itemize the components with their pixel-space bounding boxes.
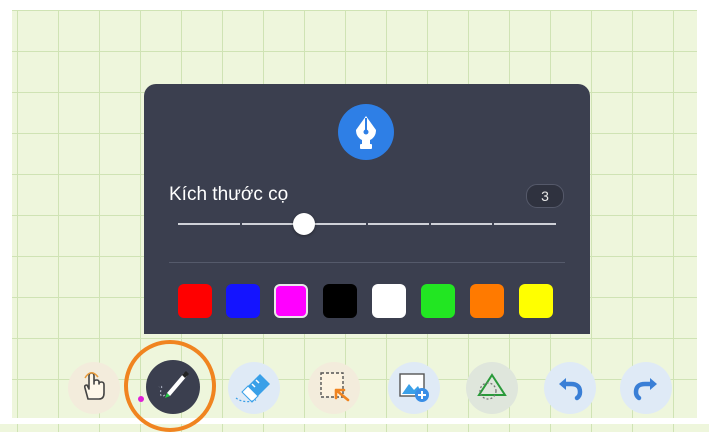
- color-swatch-green[interactable]: [421, 284, 455, 318]
- selection-cursor-icon: [316, 368, 352, 409]
- redo-button[interactable]: [620, 362, 672, 414]
- eraser-tool-button[interactable]: [228, 362, 280, 414]
- hand-pointer-icon: [79, 369, 109, 408]
- brush-size-value: 3: [526, 184, 564, 208]
- slider-tick: [429, 220, 431, 228]
- eraser-icon: [234, 368, 274, 409]
- select-tool-button[interactable]: [308, 362, 360, 414]
- canvas-bottom-edge: [0, 418, 709, 424]
- color-swatch-orange[interactable]: [470, 284, 504, 318]
- color-swatch-yellow[interactable]: [519, 284, 553, 318]
- color-swatch-black[interactable]: [323, 284, 357, 318]
- color-swatch-red[interactable]: [178, 284, 212, 318]
- color-swatch-blue[interactable]: [226, 284, 260, 318]
- brush-size-label: Kích thước cọ: [169, 184, 289, 205]
- pen-tool-button[interactable]: [146, 360, 200, 414]
- canvas-left-edge: [0, 0, 12, 424]
- shapes-icon: [475, 369, 509, 408]
- color-swatch-magenta[interactable]: [274, 284, 308, 318]
- shapes-tool-button[interactable]: [466, 362, 518, 414]
- slider-tick: [240, 220, 242, 228]
- canvas-right-edge: [697, 0, 709, 424]
- color-swatch-white[interactable]: [372, 284, 406, 318]
- undo-icon: [555, 371, 585, 406]
- panel-divider: [169, 262, 565, 263]
- pen-icon: [153, 365, 193, 410]
- brush-settings-panel: Kích thước cọ 3: [144, 84, 590, 334]
- redo-icon: [631, 371, 661, 406]
- slider-tick: [492, 220, 494, 228]
- fountain-pen-nib-icon: [338, 104, 394, 160]
- hand-tool-button[interactable]: [68, 362, 120, 414]
- undo-button[interactable]: [544, 362, 596, 414]
- brush-size-slider[interactable]: [178, 212, 556, 236]
- slider-thumb[interactable]: [293, 213, 315, 235]
- canvas-top-edge: [0, 0, 709, 10]
- slider-tick: [366, 220, 368, 228]
- add-image-button[interactable]: [388, 362, 440, 414]
- add-image-icon: [396, 368, 432, 409]
